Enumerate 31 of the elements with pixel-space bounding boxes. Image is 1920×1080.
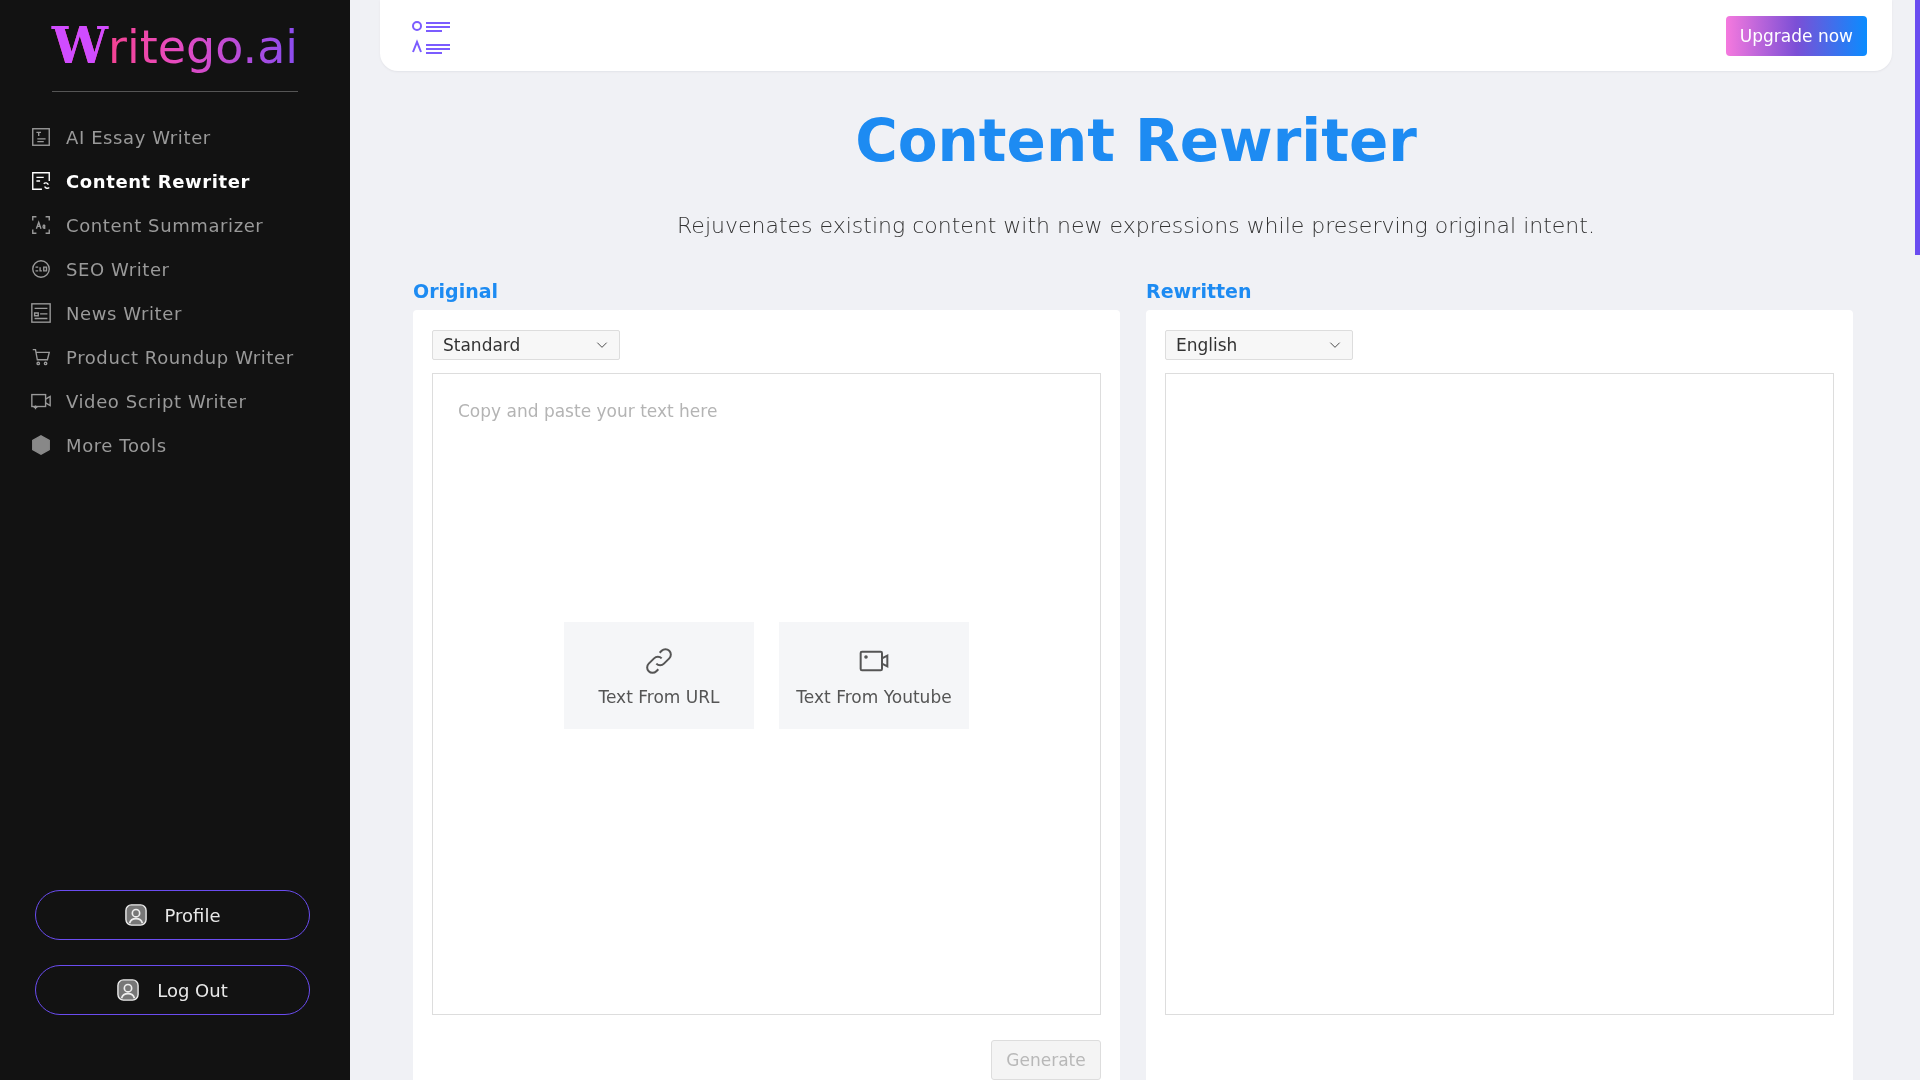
sidebar-item[interactable]: Video Script Writer [30,386,350,416]
placeholder-text: Copy and paste your text here [457,400,719,423]
user-icon [117,979,140,1001]
upgrade-button[interactable]: Upgrade now [1725,15,1867,56]
sidebar-item[interactable]: More Tools [30,430,350,460]
sidebar-item[interactable]: SEO Writer [30,254,350,284]
sidebar-item[interactable]: Content Rewriter [30,166,350,196]
mode-select[interactable]: Standard [432,330,620,360]
section-label: Original [413,280,499,302]
scan-frame-icon [30,214,52,236]
document-icon [30,126,52,148]
cart-icon [30,346,52,368]
sidebar-item[interactable]: News Writer [30,298,350,328]
sidebar-item[interactable]: AI Essay Writer [30,122,350,152]
page-title: Content Rewriter [854,106,1418,177]
import-source-button[interactable]: Text From Youtube [779,622,969,729]
page-subtitle: Rejuvenates existing content with new expressions while preserving original intent. [676,213,1596,238]
text-input-area[interactable]: Copy and paste your text here Text From URL Text From Youtube [432,373,1101,1015]
sidebar-item[interactable]: Product Roundup Writer [30,342,350,372]
user-icon [124,904,147,926]
import-source-button[interactable]: Text From URL [564,622,754,729]
document-refresh-icon [30,170,52,192]
circle-badge-icon [30,258,52,280]
logout-button[interactable]: Log Out [35,965,310,1015]
sidebar-item[interactable]: Content Summarizer [30,210,350,240]
scrollbar-thumb[interactable] [1915,0,1920,255]
newspaper-icon [30,302,52,324]
profile-button[interactable]: Profile [35,890,310,940]
language-select[interactable]: English [1165,330,1353,360]
hexagon-icon [30,434,52,456]
section-label: Rewritten [1146,280,1253,302]
